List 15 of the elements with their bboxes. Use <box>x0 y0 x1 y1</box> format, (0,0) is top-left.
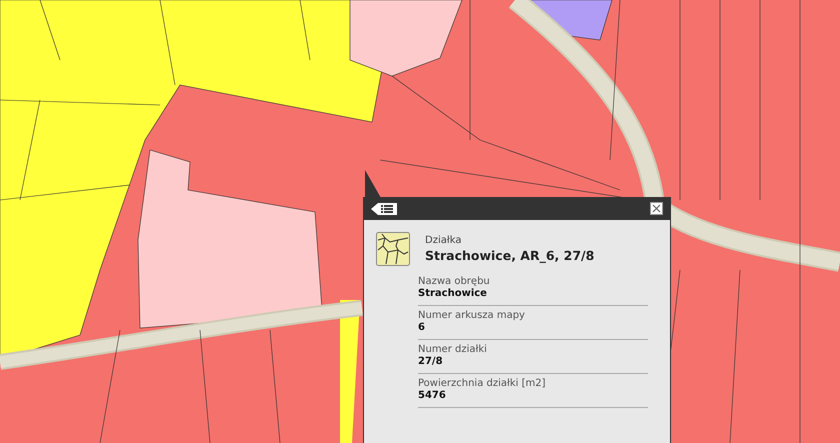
field-label: Numer działki <box>418 344 488 355</box>
field-value: 6 <box>418 322 426 333</box>
field-label: Nazwa obrębu <box>418 276 491 287</box>
back-to-list-button[interactable] <box>371 202 397 214</box>
category-label: Działka <box>425 235 462 246</box>
field-value: Strachowice <box>418 288 488 299</box>
close-icon <box>650 202 663 215</box>
close-button[interactable] <box>650 202 663 215</box>
field-value: 27/8 <box>418 356 444 367</box>
list-icon <box>371 202 397 214</box>
field-label: Powierzchnia działki [m2] <box>418 378 547 389</box>
parcel-map-icon <box>376 232 410 266</box>
field-label: Numer arkusza mapy <box>418 310 526 321</box>
parcel-title: Strachowice, AR_6, 27/8 <box>425 248 594 263</box>
field-value: 5476 <box>418 390 447 401</box>
